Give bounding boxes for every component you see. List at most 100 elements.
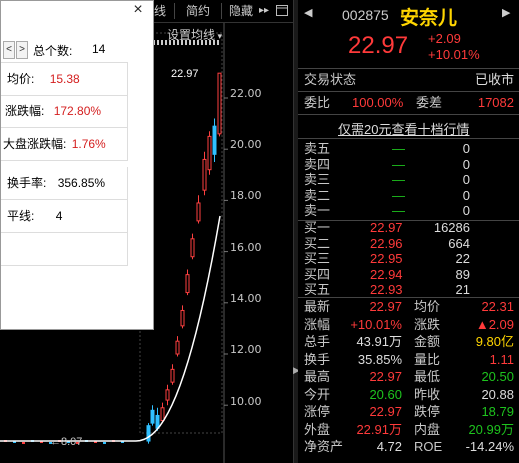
stat-label: 净资产 bbox=[304, 439, 344, 454]
window-icon[interactable] bbox=[273, 2, 291, 20]
bid-row[interactable]: 买一 22.97 16286 bbox=[304, 220, 514, 236]
stat-value: 43.91万 bbox=[356, 334, 402, 349]
empty-row bbox=[1, 233, 128, 266]
stat-value: 9.80亿 bbox=[475, 334, 514, 349]
toolbar-divider bbox=[174, 3, 175, 19]
y-tick-label: 22.00 bbox=[230, 87, 262, 100]
stat-label: 最低 bbox=[414, 369, 441, 384]
prev-stock-icon[interactable]: ◀ bbox=[304, 6, 312, 19]
stat-label: ROE bbox=[414, 439, 443, 454]
stat-row: 涨停 22.97 跌停 18.79 bbox=[304, 404, 514, 420]
stat-value: 22.31 bbox=[481, 299, 514, 314]
stat-label: 最新 bbox=[304, 299, 331, 314]
ask-row[interactable]: 卖二 — 0 bbox=[304, 188, 514, 204]
next-stock-icon[interactable]: ▶ bbox=[502, 6, 510, 19]
next-button[interactable]: > bbox=[16, 41, 28, 59]
candle bbox=[196, 202, 201, 222]
last-price-label: 22.97 bbox=[171, 68, 199, 80]
level-volume: 0 bbox=[462, 203, 470, 218]
turnover-value: 356.85% bbox=[57, 176, 106, 190]
bid-row[interactable]: 买四 22.94 89 bbox=[304, 267, 514, 283]
flat-label: 平线: bbox=[7, 209, 35, 223]
level-volume: 89 bbox=[455, 266, 470, 282]
stat-row: 今开 20.60 昨收 20.88 bbox=[304, 387, 514, 403]
more-arrows-icon[interactable]: ▸▸ bbox=[256, 2, 272, 20]
stock-name: 安奈儿 bbox=[400, 8, 458, 29]
prev-button[interactable]: < bbox=[3, 41, 15, 59]
total-count-value: 14 bbox=[92, 42, 106, 56]
dotted-bar bbox=[145, 40, 221, 45]
index-change-value: 1.76% bbox=[71, 137, 106, 151]
ask-row[interactable]: 卖三 — 0 bbox=[304, 172, 514, 188]
index-change-row: 大盘涨跌幅: 1.76% bbox=[1, 128, 128, 161]
level-label: 买五 bbox=[304, 282, 331, 297]
price-change: +2.09 bbox=[428, 31, 461, 46]
level-volume: 22 bbox=[455, 251, 470, 266]
level-label: 买四 bbox=[304, 266, 331, 282]
level-price: — bbox=[392, 156, 405, 172]
level-label: 买三 bbox=[304, 251, 331, 266]
stat-label: 内盘 bbox=[414, 421, 441, 437]
toolbar-item-hide[interactable]: 隐藏 bbox=[226, 2, 256, 20]
stat-label: 金额 bbox=[414, 334, 441, 349]
level-label: 卖四 bbox=[304, 156, 331, 172]
avg-price-row: 均价: 15.38 bbox=[1, 62, 128, 96]
stat-value: 22.91万 bbox=[356, 421, 402, 437]
ask-row[interactable]: 卖五 — 0 bbox=[304, 141, 514, 157]
y-tick-label: 14.00 bbox=[230, 292, 262, 305]
y-tick-label: 18.00 bbox=[230, 189, 262, 202]
toolbar-divider bbox=[221, 3, 222, 19]
stat-label: 涨跌 bbox=[414, 316, 441, 332]
toolbar-item-simple[interactable]: 简约 bbox=[180, 2, 216, 20]
level-label: 买一 bbox=[304, 220, 331, 235]
flat-value: 4 bbox=[55, 209, 63, 223]
bid-row[interactable]: 买五 22.93 21 bbox=[304, 282, 514, 298]
divider-line bbox=[298, 297, 519, 298]
ten-level-link[interactable]: 仅需20元查看十档行情 bbox=[338, 119, 469, 138]
bid-row[interactable]: 买二 22.96 664 bbox=[304, 236, 514, 252]
candle bbox=[202, 158, 207, 191]
stat-value: 1.11 bbox=[489, 351, 514, 367]
price-change-pct: +10.01% bbox=[428, 47, 480, 62]
level-volume: 0 bbox=[462, 156, 470, 172]
quote-panel: ◀ 002875 安奈儿 ▶ 22.97 +2.09 +10.01% 交易状态 … bbox=[298, 0, 519, 463]
ask-row[interactable]: 卖四 — 0 bbox=[304, 157, 514, 173]
stat-row: 总手 43.91万 金额 9.80亿 bbox=[304, 334, 514, 350]
candle bbox=[190, 238, 195, 258]
level-price: 22.95 bbox=[370, 251, 403, 266]
stat-label: 换手 bbox=[304, 351, 331, 367]
stat-row: 涨幅 +10.01% 涨跌 ▲2.09 bbox=[304, 317, 514, 333]
candle bbox=[212, 125, 217, 155]
level-volume: 0 bbox=[462, 187, 470, 203]
ask-row[interactable]: 卖一 — 0 bbox=[304, 203, 514, 219]
stat-value: 20.60 bbox=[369, 386, 402, 402]
stat-value: 4.72 bbox=[376, 439, 402, 454]
candle bbox=[160, 407, 165, 422]
stat-label: 最高 bbox=[304, 369, 331, 384]
stat-label: 外盘 bbox=[304, 421, 331, 437]
stat-label: 昨收 bbox=[414, 386, 441, 402]
trade-status-label: 交易状态 bbox=[304, 72, 357, 87]
level-price: 22.97 bbox=[370, 220, 403, 235]
level-price: — bbox=[392, 187, 405, 203]
order-diff-value: 17082 bbox=[477, 95, 514, 110]
close-icon[interactable]: × bbox=[128, 1, 148, 19]
level-volume: 16286 bbox=[433, 220, 470, 235]
stat-row: 净资产 4.72 ROE -14.24% bbox=[304, 439, 514, 455]
change-pct-value: 172.80% bbox=[53, 104, 102, 118]
level-label: 卖一 bbox=[304, 203, 331, 218]
level-price: 22.96 bbox=[370, 235, 403, 251]
turnover-label: 换手率: bbox=[7, 176, 47, 190]
stat-label: 量比 bbox=[414, 351, 441, 367]
index-change-label: 大盘涨跌幅: bbox=[3, 137, 67, 151]
level-price: 22.94 bbox=[370, 266, 403, 282]
trade-status-value: 已收市 bbox=[474, 72, 514, 87]
arrow-left-icon: ← bbox=[50, 436, 61, 448]
order-ratio-value: 100.00% bbox=[352, 95, 404, 110]
stat-label: 涨幅 bbox=[304, 316, 331, 332]
bid-row[interactable]: 买三 22.95 22 bbox=[304, 251, 514, 267]
stat-value: -14.24% bbox=[465, 439, 514, 454]
level-price: — bbox=[392, 141, 405, 156]
stat-value: 20.88 bbox=[481, 386, 514, 402]
candle bbox=[165, 389, 170, 401]
